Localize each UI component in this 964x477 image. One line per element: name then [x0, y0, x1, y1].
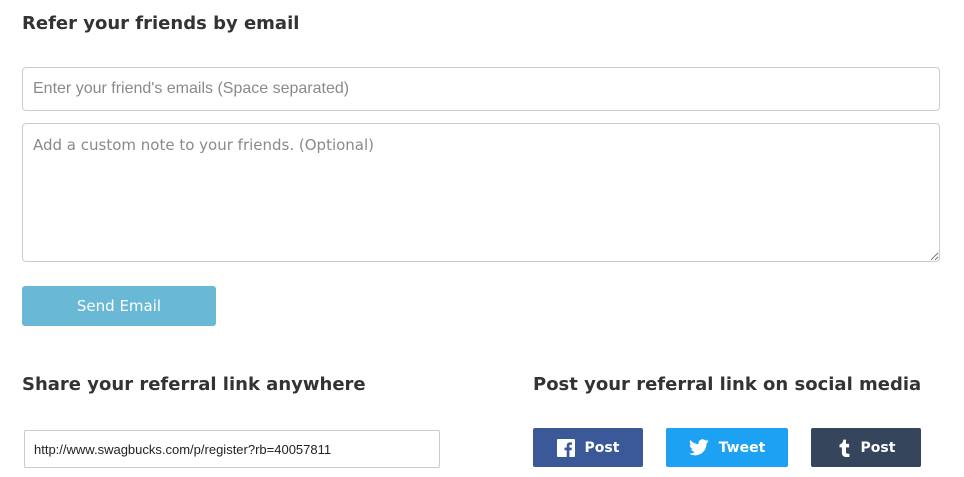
friend-emails-input[interactable] [22, 67, 940, 111]
twitter-icon [688, 439, 709, 456]
twitter-tweet-label: Tweet [718, 439, 766, 456]
tumblr-icon [837, 439, 851, 457]
social-media-heading: Post your referral link on social media [533, 374, 922, 395]
twitter-tweet-button[interactable]: Tweet [666, 428, 788, 467]
facebook-post-label: Post [584, 439, 620, 456]
refer-email-heading: Refer your friends by email [22, 13, 300, 34]
facebook-post-button[interactable]: Post [533, 428, 643, 467]
referral-link-input[interactable] [24, 430, 440, 468]
share-link-heading: Share your referral link anywhere [22, 374, 366, 395]
referral-page: Refer your friends by email Send Email S… [0, 0, 964, 477]
tumblr-post-label: Post [860, 439, 896, 456]
send-email-button[interactable]: Send Email [22, 286, 216, 326]
tumblr-post-button[interactable]: Post [811, 428, 921, 467]
custom-note-textarea[interactable] [22, 123, 940, 262]
facebook-icon [556, 438, 575, 457]
